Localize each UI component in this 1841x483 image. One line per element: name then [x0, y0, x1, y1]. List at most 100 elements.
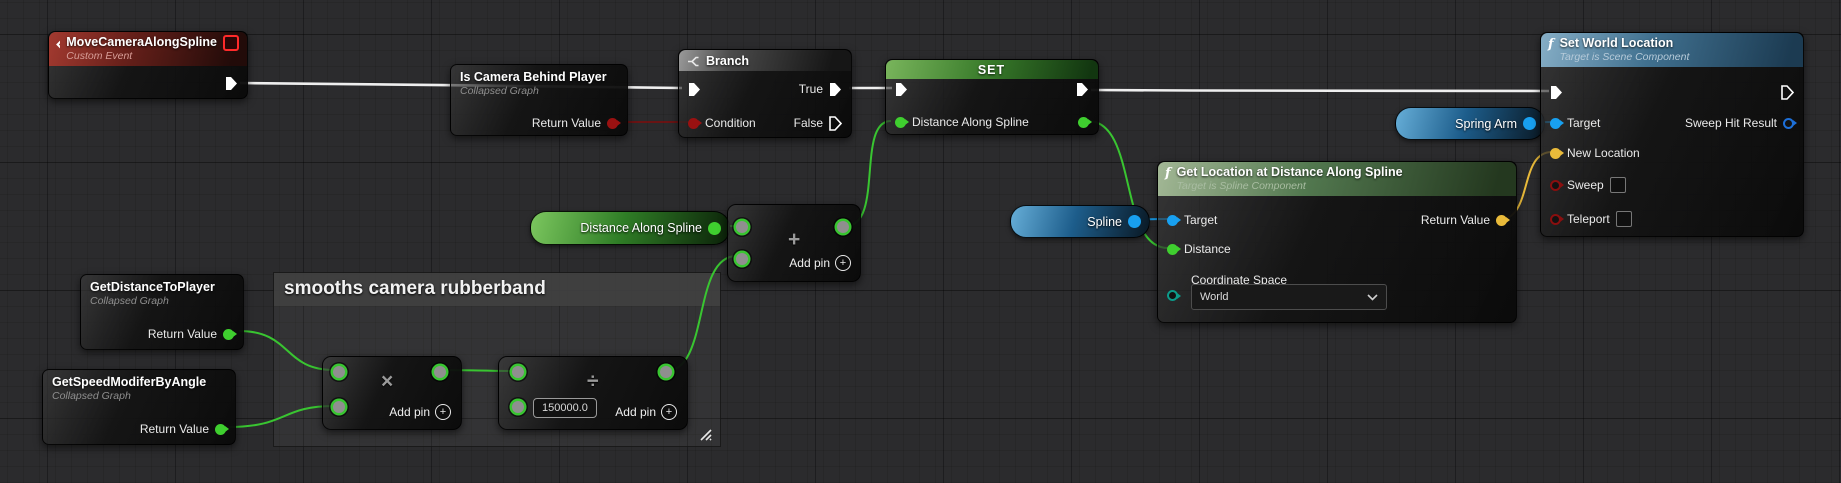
pin-label: Return Value	[139, 422, 209, 436]
spring-arm-output-pin[interactable]	[1523, 117, 1536, 130]
sweep-checkbox[interactable]	[1609, 177, 1626, 193]
add-pin-button[interactable]: Add pin +	[389, 404, 451, 420]
node-set-world-location[interactable]: f Set World Location Target is Scene Com…	[1540, 32, 1804, 237]
pin-label: Condition	[705, 116, 756, 130]
distance-pin[interactable]	[1167, 243, 1181, 255]
add-pin-label: Add pin	[615, 405, 656, 419]
teleport-pin[interactable]	[1550, 213, 1564, 225]
add-pin-button[interactable]: Add pin +	[789, 255, 851, 271]
pin-label: Sweep	[1567, 178, 1604, 192]
divisor-value-field[interactable]: 150000.0	[533, 398, 597, 418]
node-divide[interactable]: ÷ 150000.0 Add pin +	[498, 356, 688, 430]
add-pin-button[interactable]: Add pin +	[615, 404, 677, 420]
node-subtitle: Target is Scene Component	[1559, 50, 1690, 63]
sweep-pin[interactable]	[1550, 179, 1564, 191]
add-input-pin-a[interactable]	[736, 221, 748, 233]
coordinate-space-dropdown[interactable]: World	[1191, 284, 1387, 310]
exec-out-pin[interactable]	[1076, 82, 1089, 97]
multiply-input-pin-b[interactable]	[333, 401, 345, 413]
return-value-pin[interactable]	[1496, 214, 1510, 226]
node-title: Branch	[706, 54, 750, 68]
node-get-distance-along-spline[interactable]: Distance Along Spline	[530, 211, 730, 245]
new-location-pin[interactable]	[1550, 147, 1564, 159]
node-get-spline[interactable]: Spline	[1010, 205, 1150, 238]
node-branch[interactable]: Branch True Condition False	[678, 49, 852, 138]
add-operator-icon: +	[788, 228, 801, 251]
pin-label: Target	[1184, 213, 1218, 227]
exec-in-pin[interactable]	[688, 82, 701, 97]
node-subtitle: Target is Spline Component	[1176, 179, 1306, 192]
comment-title[interactable]: smooths camera rubberband	[274, 273, 720, 306]
node-multiply[interactable]: × Add pin +	[322, 356, 462, 430]
node-add[interactable]: + Add pin +	[727, 204, 861, 282]
plus-circle-icon: +	[435, 404, 451, 420]
node-title: SET	[977, 63, 1006, 77]
sweep-hit-result-pin[interactable]	[1783, 117, 1797, 129]
pin-label: False	[793, 116, 823, 130]
exec-out-pin[interactable]	[1781, 84, 1794, 100]
add-input-pin-b[interactable]	[736, 253, 748, 265]
spline-output-pin[interactable]	[1128, 215, 1141, 228]
node-custom-event[interactable]: MoveCameraAlongSpline Custom Event	[48, 31, 248, 99]
add-pin-label: Add pin	[389, 405, 430, 419]
target-pin[interactable]	[1550, 117, 1564, 129]
node-title: Is Camera Behind Player	[460, 70, 607, 84]
node-subtitle: Collapsed Graph	[460, 84, 539, 97]
node-title: GetDistanceToPlayer	[90, 280, 215, 294]
wire-exec-set-to-setworldlocation[interactable]	[1090, 88, 1550, 93]
return-value-pin[interactable]	[215, 423, 229, 435]
return-value-pin[interactable]	[607, 117, 621, 129]
dropdown-value: World	[1200, 291, 1229, 303]
add-pin-label: Add pin	[789, 256, 830, 270]
chevron-down-icon	[1367, 293, 1378, 301]
node-is-camera-behind-player[interactable]: Is Camera Behind Player Collapsed Graph …	[450, 64, 628, 136]
return-value-pin[interactable]	[223, 328, 237, 340]
divide-operator-icon: ÷	[587, 370, 599, 393]
comment-resize-handle[interactable]	[697, 426, 713, 442]
event-stop-icon	[223, 35, 239, 51]
distance-input-pin[interactable]	[895, 116, 909, 128]
distance-output-pin[interactable]	[708, 221, 721, 235]
false-exec-pin[interactable]	[829, 115, 842, 131]
branch-icon	[688, 56, 699, 67]
pin-label: Distance Along Spline	[912, 115, 1029, 129]
pin-label: Teleport	[1567, 212, 1610, 226]
value-output-pin[interactable]	[1078, 116, 1092, 128]
divide-input-pin-b[interactable]	[512, 401, 524, 413]
plus-circle-icon: +	[661, 404, 677, 420]
node-set-distance-along-spline[interactable]: SET Distance Along Spline	[885, 59, 1099, 135]
node-title: GetSpeedModiferByAngle	[52, 375, 207, 389]
add-output-pin[interactable]	[837, 221, 849, 233]
node-subtitle: Collapsed Graph	[90, 294, 169, 307]
condition-pin[interactable]	[688, 117, 702, 129]
node-get-location-at-distance-along-spline[interactable]: f Get Location at Distance Along Spline …	[1157, 161, 1517, 323]
exec-in-pin[interactable]	[895, 82, 908, 97]
true-exec-pin[interactable]	[829, 82, 842, 97]
multiply-input-pin-a[interactable]	[333, 366, 345, 378]
node-get-spring-arm[interactable]: Spring Arm	[1395, 107, 1545, 140]
blueprint-graph-canvas[interactable]: smooths camera rubberband MoveCameraAlon…	[0, 0, 1841, 483]
plus-circle-icon: +	[835, 255, 851, 271]
pin-label: Return Value	[531, 116, 601, 130]
divide-input-pin-a[interactable]	[512, 366, 524, 378]
pin-label: Return Value	[1420, 213, 1490, 227]
pin-label: True	[798, 82, 823, 96]
node-subtitle: Custom Event	[66, 49, 133, 62]
pin-label: Sweep Hit Result	[1684, 116, 1777, 130]
divide-output-pin[interactable]	[660, 366, 672, 378]
custom-event-icon	[56, 40, 61, 49]
node-get-speed-modifer-by-angle[interactable]: GetSpeedModiferByAngle Collapsed Graph R…	[42, 369, 236, 445]
pin-label: Distance	[1184, 242, 1231, 256]
exec-out-pin[interactable]	[225, 76, 238, 91]
variable-label: Spline	[1087, 214, 1122, 229]
function-icon: f	[1548, 37, 1554, 52]
node-title: Set World Location	[1559, 36, 1674, 50]
pin-label: New Location	[1567, 146, 1640, 160]
coordinate-space-pin[interactable]	[1167, 290, 1181, 301]
target-pin[interactable]	[1167, 214, 1181, 226]
exec-in-pin[interactable]	[1550, 85, 1563, 100]
pin-label: Return Value	[147, 327, 217, 341]
teleport-checkbox[interactable]	[1615, 211, 1632, 227]
node-get-distance-to-player[interactable]: GetDistanceToPlayer Collapsed Graph Retu…	[80, 274, 244, 350]
multiply-output-pin[interactable]	[434, 366, 446, 378]
